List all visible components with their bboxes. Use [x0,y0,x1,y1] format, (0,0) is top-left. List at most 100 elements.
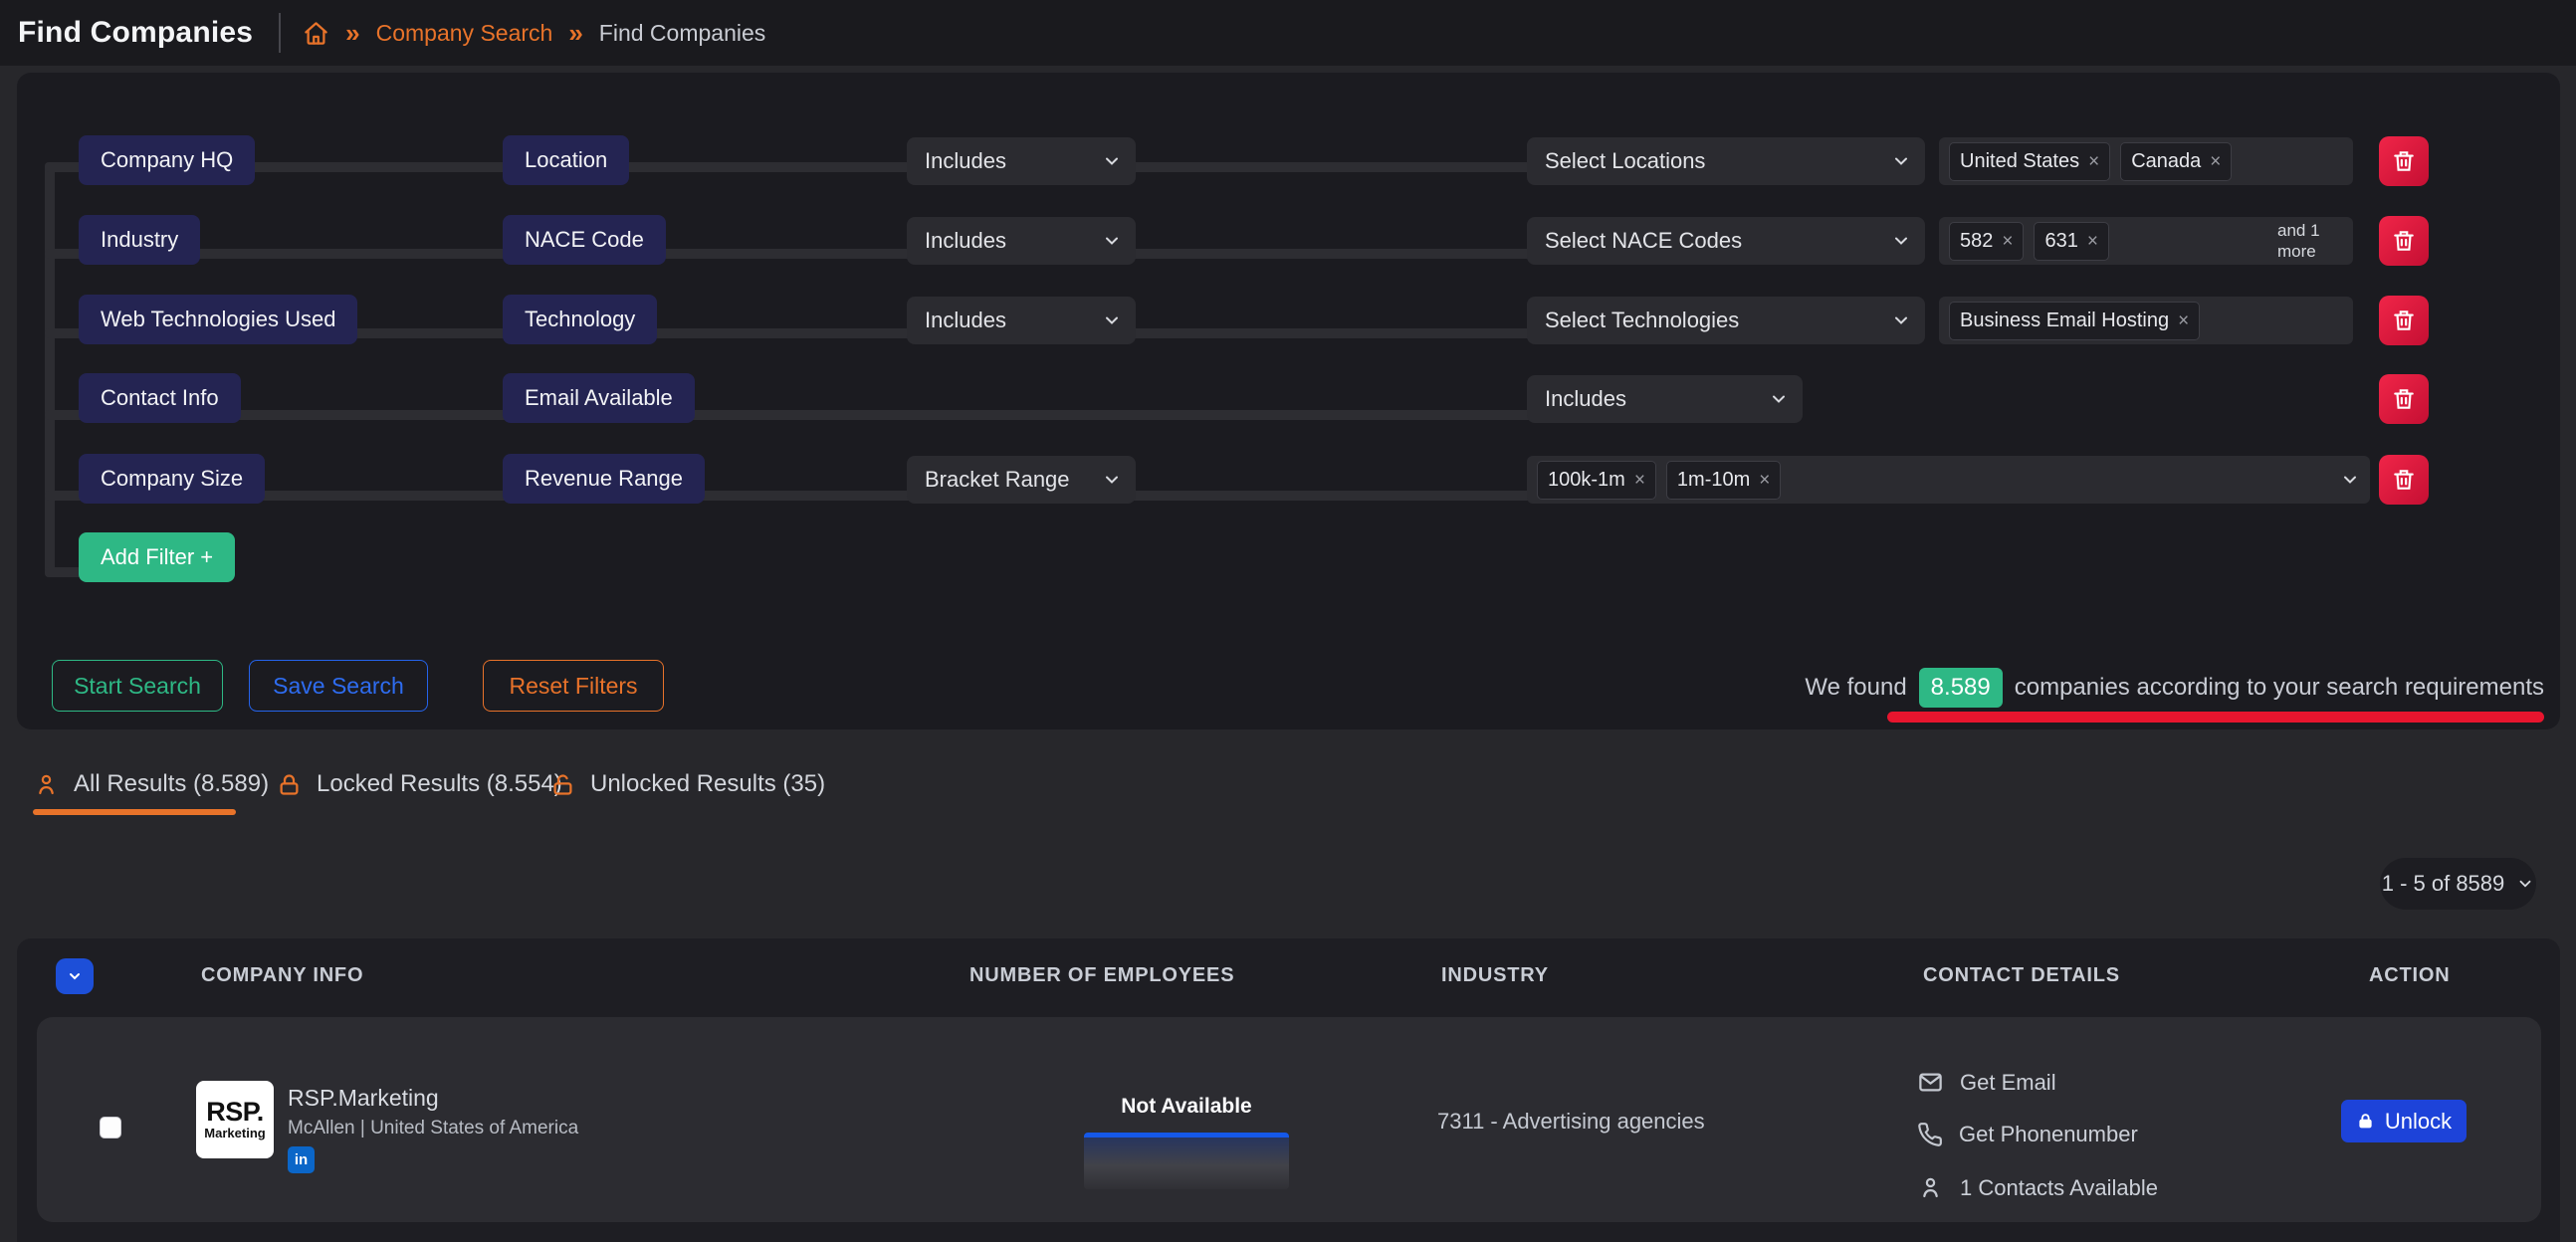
selected-nace-box: 582× 631× and 1 more [1939,217,2353,265]
location-chip[interactable]: United States× [1949,142,2110,181]
contact-get-phonenumber[interactable]: Get Phonenumber [1917,1122,2138,1147]
filter-attribute-email-available[interactable]: Email Available [503,373,695,423]
column-header-action: ACTION [2369,964,2450,987]
remove-icon[interactable]: × [1634,471,1645,490]
reset-filters-button[interactable]: Reset Filters [483,660,664,712]
tree-branch-line [45,162,1553,172]
contact-label: 1 Contacts Available [1960,1175,2158,1201]
company-name[interactable]: RSP.Marketing [288,1085,439,1112]
breadcrumb-company-search[interactable]: Company Search [376,20,553,47]
operator-select-value: Includes [925,308,1006,333]
column-header-contact-details: CONTACT DETAILS [1923,964,2120,987]
tab-label: Unlocked Results (35) [590,770,825,798]
operator-select-value: Includes [925,228,1006,254]
value-select-technologies[interactable]: Select Technologies [1527,297,1925,344]
value-select-placeholder: Select Technologies [1545,308,1739,333]
start-search-button[interactable]: Start Search [52,660,223,712]
chevron-down-icon [1891,151,1911,171]
pagination-control[interactable]: 1 - 5 of 8589 [2380,858,2536,910]
linkedin-icon[interactable]: in [288,1146,315,1173]
filter-category-company-size[interactable]: Company Size [79,454,265,504]
chevron-down-icon [1102,231,1122,251]
remove-icon[interactable]: × [2002,232,2013,251]
result-count-badge: 8.589 [1919,668,2003,708]
remove-icon[interactable]: × [2210,152,2221,171]
filter-category-web-tech[interactable]: Web Technologies Used [79,295,357,344]
filter-attribute-technology[interactable]: Technology [503,295,657,344]
delete-filter-button[interactable] [2379,374,2429,424]
trash-icon [2391,148,2417,174]
filter-category-industry[interactable]: Industry [79,215,200,265]
company-location: McAllen | United States of America [288,1118,578,1139]
result-summary: We found 8.589 companies according to yo… [1805,668,2544,708]
selected-locations-box: United States× Canada× [1939,137,2353,185]
remove-icon[interactable]: × [1759,471,1770,490]
filter-category-company-hq[interactable]: Company HQ [79,135,255,185]
filter-attribute-revenue-range[interactable]: Revenue Range [503,454,705,504]
top-bar: Find Companies » Company Search » Find C… [0,0,2576,66]
revenue-chip[interactable]: 100k-1m× [1537,461,1656,500]
remove-icon[interactable]: × [2178,311,2189,330]
location-chip[interactable]: Canada× [2120,142,2232,181]
tab-all-results[interactable]: All Results (8.589) [33,760,269,808]
header-divider [279,13,281,53]
contact-label: Get Email [1960,1070,2056,1096]
row-checkbox[interactable] [100,1117,121,1138]
filter-category-contact-info[interactable]: Contact Info [79,373,241,423]
unlock-button[interactable]: Unlock [2341,1100,2467,1142]
operator-select-value: Includes [925,148,1006,174]
chevron-down-icon [2340,470,2360,490]
nace-chip[interactable]: 631 × [2034,222,2108,261]
operator-select-location[interactable]: Includes [907,137,1136,185]
chevron-down-icon [67,968,83,984]
delete-filter-button[interactable] [2379,455,2429,505]
filter-attribute-location[interactable]: Location [503,135,629,185]
nace-chip[interactable]: 582× [1949,222,2024,261]
person-icon [33,771,60,798]
home-icon[interactable] [303,20,329,47]
tree-branch-line [45,491,1553,501]
delete-filter-button[interactable] [2379,136,2429,186]
logo-text: Marketing [204,1126,265,1141]
tab-label: All Results (8.589) [74,770,269,798]
trash-icon [2391,228,2417,254]
column-header-employees: NUMBER OF EMPLOYEES [969,964,1234,987]
chip-label: 631 [2044,230,2077,253]
add-filter-button[interactable]: Add Filter + [79,532,235,582]
result-summary-suffix: companies according to your search requi… [2015,674,2544,702]
delete-filter-button[interactable] [2379,216,2429,266]
select-all-dropdown[interactable] [56,958,94,994]
operator-select-email-available[interactable]: Includes [1527,375,1803,423]
save-search-button[interactable]: Save Search [249,660,428,712]
technology-chip[interactable]: Business Email Hosting× [1949,302,2200,340]
value-select-placeholder: Select NACE Codes [1545,228,1742,254]
logo-text: RSP. [206,1099,264,1126]
remove-icon[interactable]: × [2087,232,2098,251]
tab-locked-results[interactable]: Locked Results (8.554) [276,760,562,808]
employees-not-available: Not Available [1084,1095,1289,1119]
page-title: Find Companies [18,16,253,50]
selected-technologies-box: Business Email Hosting× [1939,297,2353,344]
chevron-down-icon [1102,151,1122,171]
value-select-nace-codes[interactable]: Select NACE Codes [1527,217,1925,265]
operator-select-revenue[interactable]: Bracket Range [907,456,1136,504]
operator-select-nace[interactable]: Includes [907,217,1136,265]
breadcrumb-separator: » [345,20,359,46]
value-select-placeholder: Select Locations [1545,148,1705,174]
contacts-available: 1 Contacts Available [1917,1174,2158,1201]
chevron-down-icon [1769,389,1789,409]
value-select-locations[interactable]: Select Locations [1527,137,1925,185]
trash-icon [2391,308,2417,333]
result-summary-prefix: We found [1805,674,1906,702]
tab-unlocked-results[interactable]: Unlocked Results (35) [549,760,825,808]
delete-filter-button[interactable] [2379,296,2429,345]
contact-get-email[interactable]: Get Email [1917,1069,2056,1096]
revenue-range-multiselect[interactable]: 100k-1m× 1m-10m× [1527,456,2370,504]
tree-branch-line [45,410,1553,420]
chevron-down-icon [2516,875,2534,893]
operator-select-technology[interactable]: Includes [907,297,1136,344]
remove-icon[interactable]: × [2088,152,2099,171]
filter-attribute-nace-code[interactable]: NACE Code [503,215,666,265]
revenue-chip[interactable]: 1m-10m× [1666,461,1781,500]
breadcrumb-current: Find Companies [599,20,765,47]
